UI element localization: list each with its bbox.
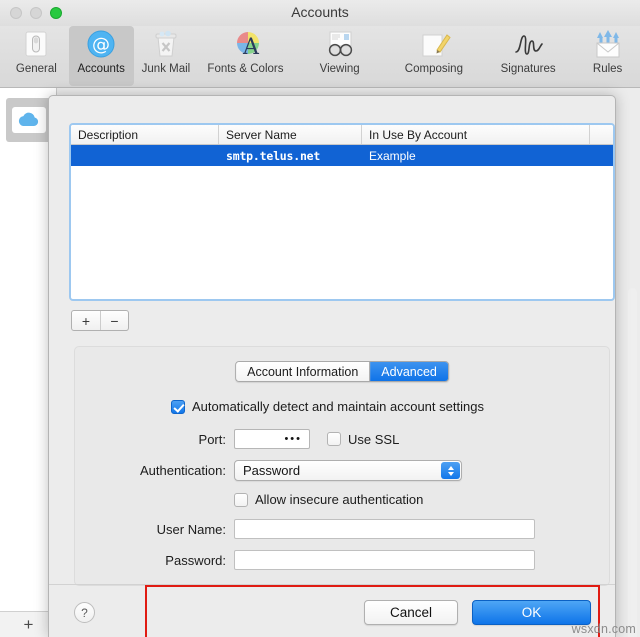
envelope-arrows-icon <box>591 29 625 61</box>
glasses-icon <box>323 29 357 61</box>
allow-insecure-label: Allow insecure authentication <box>255 492 424 507</box>
pencil-paper-icon <box>417 29 451 61</box>
tab-advanced[interactable]: Advanced <box>369 362 448 381</box>
server-settings-panel: Account Information Advanced Automatical… <box>74 346 610 637</box>
toolbar-label: Composing <box>404 63 463 75</box>
authentication-value: Password <box>243 463 301 478</box>
toolbar-label: Rules <box>592 63 623 75</box>
footer-divider <box>49 584 615 585</box>
smtp-server-table[interactable]: Description Server Name In Use By Accoun… <box>69 123 615 301</box>
toolbar-label: Viewing <box>319 63 360 75</box>
toolbar-label: Fonts & Colors <box>207 63 284 75</box>
screenshot-root: Accounts General @ Accounts Junk Mail A … <box>0 0 640 637</box>
column-header-description[interactable]: Description <box>71 125 219 144</box>
remove-server-button[interactable]: − <box>100 311 128 330</box>
password-input[interactable] <box>234 550 535 570</box>
toolbar-item-composing[interactable]: Composing <box>387 26 481 86</box>
auto-detect-row[interactable]: Automatically detect and maintain accoun… <box>171 399 484 414</box>
authentication-label: Authentication: <box>139 463 226 478</box>
column-header-server-name[interactable]: Server Name <box>219 125 362 144</box>
at-sign-icon: @ <box>84 29 118 61</box>
table-row[interactable]: smtp.telus.net Example <box>71 145 613 166</box>
port-label: Port: <box>198 431 226 447</box>
user-name-input[interactable] <box>234 519 535 539</box>
cell-server-name: smtp.telus.net <box>226 148 321 163</box>
password-row: Password: <box>85 550 535 570</box>
authentication-select[interactable]: Password <box>234 460 462 481</box>
allow-insecure-checkbox[interactable] <box>234 492 248 507</box>
toolbar-label: Signatures <box>500 63 556 75</box>
trash-x-icon <box>149 29 183 61</box>
user-name-label: User Name: <box>156 521 226 537</box>
settings-tabs: Account Information Advanced <box>235 361 449 382</box>
cell-in-use-by-account: Example <box>369 148 416 163</box>
add-remove-server-control: + − <box>71 310 129 331</box>
smtp-server-list-sheet: Description Server Name In Use By Accoun… <box>48 95 616 637</box>
toolbar-item-fonts-colors[interactable]: A Fonts & Colors <box>198 26 292 86</box>
toolbar-item-viewing[interactable]: Viewing <box>293 26 387 86</box>
toolbar-item-rules[interactable]: Rules <box>575 26 640 86</box>
table-header: Description Server Name In Use By Accoun… <box>71 125 613 145</box>
tab-account-information[interactable]: Account Information <box>236 362 370 381</box>
svg-text:@: @ <box>92 35 110 56</box>
use-ssl-label: Use SSL <box>348 431 400 447</box>
cancel-button[interactable]: Cancel <box>364 600 458 625</box>
add-server-button[interactable]: + <box>72 311 100 330</box>
toolbar-item-junk-mail[interactable]: Junk Mail <box>134 26 199 86</box>
sidebar-account-item[interactable] <box>6 98 52 142</box>
auto-detect-checkbox[interactable] <box>171 399 185 414</box>
toolbar-item-accounts[interactable]: @ Accounts <box>68 26 134 86</box>
port-input[interactable]: ••• <box>234 429 310 449</box>
svg-text:A: A <box>242 35 260 60</box>
port-row: Port: ••• Use SSL <box>85 429 399 449</box>
font-color-wheel-icon: A <box>228 29 262 61</box>
toolbar-item-signatures[interactable]: Signatures <box>481 26 575 86</box>
authentication-row: Authentication: Password <box>85 460 462 481</box>
scrollbar[interactable] <box>628 288 637 637</box>
watermark: wsxdn.com <box>571 622 636 636</box>
toolbar-label: General <box>15 63 57 75</box>
signature-icon <box>511 29 545 61</box>
chevron-updown-icon <box>441 462 460 479</box>
help-button[interactable]: ? <box>74 602 95 623</box>
user-name-row: User Name: <box>85 519 535 539</box>
toolbar-label: Accounts <box>77 63 125 75</box>
preferences-toolbar: General @ Accounts Junk Mail A Fonts & C… <box>0 26 640 88</box>
toolbar-item-general[interactable]: General <box>4 26 69 86</box>
use-ssl-checkbox[interactable] <box>327 432 341 446</box>
allow-insecure-row[interactable]: Allow insecure authentication <box>234 492 423 507</box>
column-header-in-use-by-account[interactable]: In Use By Account <box>362 125 590 144</box>
window-titlebar: Accounts <box>0 0 640 26</box>
general-switch-icon <box>19 29 53 61</box>
window-title: Accounts <box>291 4 349 20</box>
toolbar-label: Junk Mail <box>141 63 191 75</box>
column-header-spacer[interactable] <box>590 125 613 144</box>
auto-detect-label: Automatically detect and maintain accoun… <box>192 399 484 414</box>
password-label: Password: <box>165 552 226 568</box>
icloud-icon <box>12 107 46 133</box>
